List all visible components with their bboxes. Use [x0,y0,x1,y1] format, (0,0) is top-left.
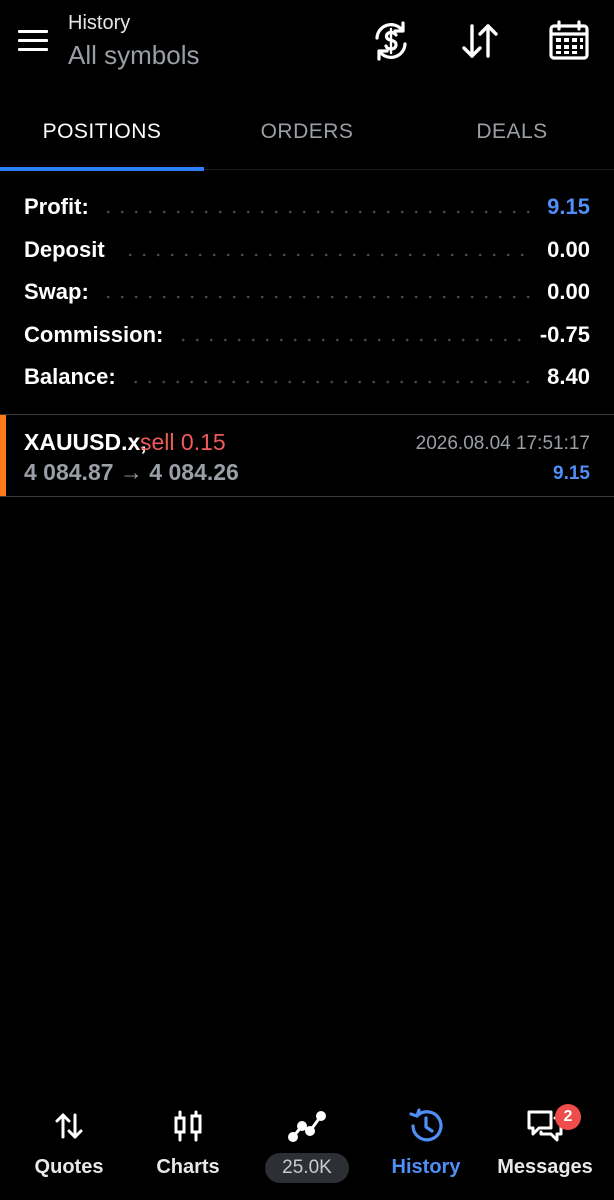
trade-volume-pill: 25.0K [265,1153,349,1183]
summary-row-deposit: Deposit 0.00 [0,229,614,272]
summary-label: Balance: [24,364,116,390]
summary-value: 0.00 [547,236,590,262]
sort-arrows-icon[interactable] [457,18,503,64]
calendar-icon[interactable] [546,18,592,64]
summary-value: 9.15 [547,194,590,220]
summary-label: Swap: [24,279,89,305]
summary-label: Commission: [24,321,164,347]
dot-leader [118,252,534,257]
unread-badge: 2 [555,1104,581,1130]
nav-messages[interactable]: 2 Messages [485,1096,605,1200]
bottom-nav: Quotes Charts 25.0K History 2 Messages [0,1096,614,1200]
dot-leader [102,210,534,215]
list-item[interactable]: XAUUSD.x, sell 0.15 4 084.87 → 4 084.26 … [0,414,614,497]
tab-active-indicator [0,167,204,171]
title-block[interactable]: History All symbols [68,10,199,72]
candlestick-icon [168,1106,208,1146]
tab-deals[interactable]: DEALS [410,96,614,168]
nav-label: Quotes [34,1156,104,1178]
page-title: History [68,12,131,34]
summary-row-balance: Balance: 8.40 [0,356,614,399]
header: History All symbols [0,0,614,90]
trade-line-icon [287,1106,327,1146]
dot-leader [102,295,534,300]
hamburger-menu-icon[interactable] [14,24,54,60]
nav-charts[interactable]: Charts [128,1096,248,1200]
nav-trade[interactable]: 25.0K [247,1096,367,1200]
summary-panel: Profit: 9.15 Deposit 0.00 Swap: 0.00 Com… [0,186,614,399]
dot-leader [177,337,526,342]
tab-positions[interactable]: POSITIONS [0,96,204,168]
nav-label: Messages [497,1156,593,1178]
deal-time: 2026.08.04 17:51:17 [415,433,590,454]
summary-label: Deposit [24,236,105,262]
summary-value: -0.75 [539,321,590,347]
summary-row-swap: Swap: 0.00 [0,271,614,314]
deal-prices: 4 084.87 → 4 084.26 [24,459,239,485]
deal-type-marker [0,415,6,496]
app: History All symbols POSITIONS ORDERS DEA… [0,0,614,1200]
symbol-filter[interactable]: All symbols [68,38,199,72]
nav-label: Charts [156,1156,220,1178]
nav-history[interactable]: History [366,1096,486,1200]
tab-orders[interactable]: ORDERS [205,96,409,168]
summary-label: Profit: [24,194,89,220]
tab-bar: POSITIONS ORDERS DEALS [0,96,614,172]
deal-side: sell 0.15 [140,429,226,455]
currency-sync-icon[interactable] [368,18,414,64]
history-clock-icon [406,1106,446,1146]
summary-row-commission: Commission: -0.75 [0,314,614,357]
summary-row-profit: Profit: 9.15 [0,186,614,229]
summary-value: 8.40 [547,364,590,390]
deal-profit: 9.15 [553,463,590,484]
nav-quotes[interactable]: Quotes [9,1096,129,1200]
summary-value: 0.00 [547,279,590,305]
dot-leader [129,380,534,385]
deal-symbol: XAUUSD.x, [24,429,147,455]
nav-label: History [391,1156,461,1178]
quotes-arrows-icon [49,1106,89,1146]
